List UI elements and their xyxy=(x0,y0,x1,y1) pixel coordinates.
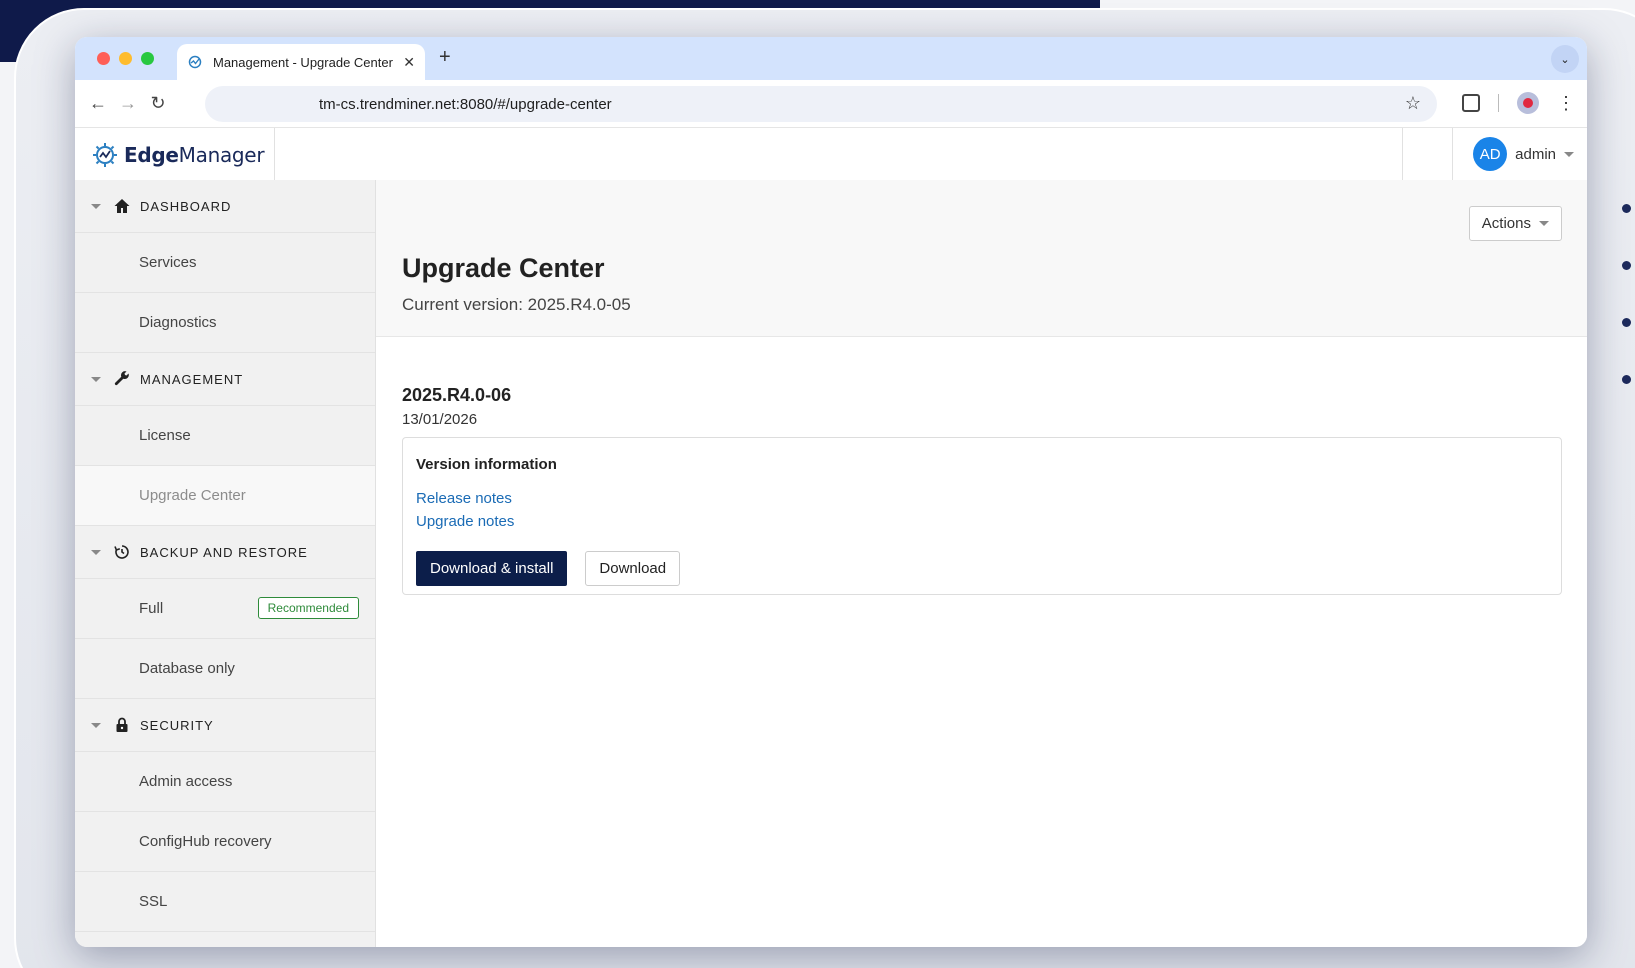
window-controls xyxy=(97,52,154,65)
sidebar-section-management[interactable]: MANAGEMENT xyxy=(75,353,375,406)
toolbar-actions: ⋮ xyxy=(1462,92,1575,114)
sidebar-item-full[interactable]: Full Recommended xyxy=(75,579,375,639)
header-divider xyxy=(1452,128,1453,181)
brand-name-bold: Edge xyxy=(124,142,179,167)
actions-dropdown[interactable]: Actions xyxy=(1468,206,1562,241)
sidebar: DASHBOARD Services Diagnostics MANAGEMEN… xyxy=(75,180,376,947)
dot xyxy=(1622,204,1631,213)
version-info-card: Version information Release notes Upgrad… xyxy=(402,437,1562,595)
lock-icon xyxy=(116,717,128,732)
tab-search-button[interactable]: ⌄ xyxy=(1551,45,1579,73)
sidebar-item-label: SSL xyxy=(139,893,168,910)
chevron-down-icon xyxy=(1539,221,1549,226)
release-date: 13/01/2026 xyxy=(402,411,478,428)
release-version: 2025.R4.0-06 xyxy=(402,385,512,405)
dot xyxy=(1622,318,1631,327)
release-entry: 2025.R4.0-06 13/01/2026 Version informat… xyxy=(402,385,1562,595)
download-install-button[interactable]: Download & install xyxy=(416,551,568,586)
wrench-icon xyxy=(114,371,129,386)
download-button[interactable]: Download xyxy=(585,551,681,586)
section-label: DASHBOARD xyxy=(140,198,232,214)
collapse-caret-icon xyxy=(91,549,101,555)
user-name: admin xyxy=(1515,145,1556,163)
sidebar-item-label: Database only xyxy=(139,660,235,677)
upgrade-notes-link[interactable]: Upgrade notes xyxy=(416,510,1548,533)
brand-logo[interactable]: EdgeManager xyxy=(75,128,275,181)
sidebar-section-security[interactable]: SECURITY xyxy=(75,699,375,752)
sidebar-item-label: ConfigHub recovery xyxy=(139,833,272,850)
sidebar-item-confighub-recovery[interactable]: ConfigHub recovery xyxy=(75,812,375,872)
page-header: Actions Upgrade Center Current version: … xyxy=(376,180,1587,337)
dot xyxy=(1622,375,1631,384)
section-label: MANAGEMENT xyxy=(140,371,244,387)
close-tab-icon[interactable]: ✕ xyxy=(403,54,415,71)
version-info-title: Version information xyxy=(416,456,557,473)
browser-window: Management - Upgrade Center ✕ + ⌄ ← → ↻ … xyxy=(75,37,1587,947)
reload-button[interactable]: ↻ xyxy=(143,93,173,114)
sidebar-item-label: Services xyxy=(139,254,197,271)
collapse-caret-icon xyxy=(91,203,101,209)
forward-button[interactable]: → xyxy=(113,93,143,114)
collapse-caret-icon xyxy=(91,376,101,382)
sidebar-item-license[interactable]: License xyxy=(75,406,375,466)
tab-strip: Management - Upgrade Center ✕ + ⌄ xyxy=(75,37,1587,80)
section-label: BACKUP AND RESTORE xyxy=(140,544,308,560)
app-header: EdgeManager AD admin xyxy=(75,128,1587,181)
sidebar-item-label: License xyxy=(139,427,191,444)
release-notes-link[interactable]: Release notes xyxy=(416,487,1548,510)
sidebar-item-ssl[interactable]: SSL xyxy=(75,872,375,932)
release-actions: Download & install Download xyxy=(416,551,1548,586)
edgemanager-logo-icon xyxy=(93,142,117,167)
sidebar-item-label: Diagnostics xyxy=(139,314,217,331)
extensions-icon[interactable] xyxy=(1462,94,1480,112)
home-icon xyxy=(114,199,130,213)
toolbar-divider xyxy=(1498,94,1499,112)
header-divider xyxy=(1402,128,1403,181)
sidebar-item-admin-access[interactable]: Admin access xyxy=(75,752,375,812)
section-label: SECURITY xyxy=(140,717,214,733)
current-version: Current version: 2025.R4.0-05 xyxy=(402,295,631,314)
collapse-caret-icon xyxy=(91,722,101,728)
dot xyxy=(1622,261,1631,270)
sidebar-item-services[interactable]: Services xyxy=(75,233,375,293)
back-button[interactable]: ← xyxy=(83,93,113,114)
sidebar-section-dashboard[interactable]: DASHBOARD xyxy=(75,180,375,233)
main-content: Actions Upgrade Center Current version: … xyxy=(376,180,1587,947)
sidebar-item-diagnostics[interactable]: Diagnostics xyxy=(75,293,375,353)
actions-label: Actions xyxy=(1481,215,1531,232)
browser-toolbar: ← → ↻ tm-cs.trendminer.net:8080/#/upgrad… xyxy=(75,80,1587,128)
profile-avatar[interactable] xyxy=(1517,92,1539,114)
browser-menu-icon[interactable]: ⋮ xyxy=(1557,94,1575,112)
maximize-window-button[interactable] xyxy=(141,52,154,65)
page-title: Upgrade Center xyxy=(402,253,605,283)
minimize-window-button[interactable] xyxy=(119,52,132,65)
url-text: tm-cs.trendminer.net:8080/#/upgrade-cent… xyxy=(319,95,612,113)
brand-name: EdgeManager xyxy=(124,142,265,167)
sidebar-item-label: Full xyxy=(139,600,164,617)
recommended-badge: Recommended xyxy=(257,597,359,619)
sidebar-item-label: Upgrade Center xyxy=(139,487,246,504)
bookmark-star-icon[interactable]: ☆ xyxy=(1405,93,1421,114)
sidebar-item-label: Admin access xyxy=(139,773,233,790)
new-tab-button[interactable]: + xyxy=(439,46,451,69)
background-dots xyxy=(1622,204,1631,384)
sidebar-section-backup-and-restore[interactable]: BACKUP AND RESTORE xyxy=(75,526,375,579)
history-icon xyxy=(114,545,129,559)
brand-name-light: Manager xyxy=(178,142,265,167)
chevron-down-icon xyxy=(1564,151,1574,157)
user-menu[interactable]: AD admin xyxy=(1473,137,1574,171)
browser-tab[interactable]: Management - Upgrade Center ✕ xyxy=(177,44,425,80)
user-avatar: AD xyxy=(1473,137,1508,171)
tab-title: Management - Upgrade Center xyxy=(213,54,393,70)
sidebar-item-database-only[interactable]: Database only xyxy=(75,639,375,699)
sidebar-item-upgrade-center[interactable]: Upgrade Center xyxy=(75,466,375,526)
close-window-button[interactable] xyxy=(97,52,110,65)
address-bar[interactable]: tm-cs.trendminer.net:8080/#/upgrade-cent… xyxy=(205,86,1437,122)
edgemanager-favicon-icon xyxy=(188,55,202,69)
